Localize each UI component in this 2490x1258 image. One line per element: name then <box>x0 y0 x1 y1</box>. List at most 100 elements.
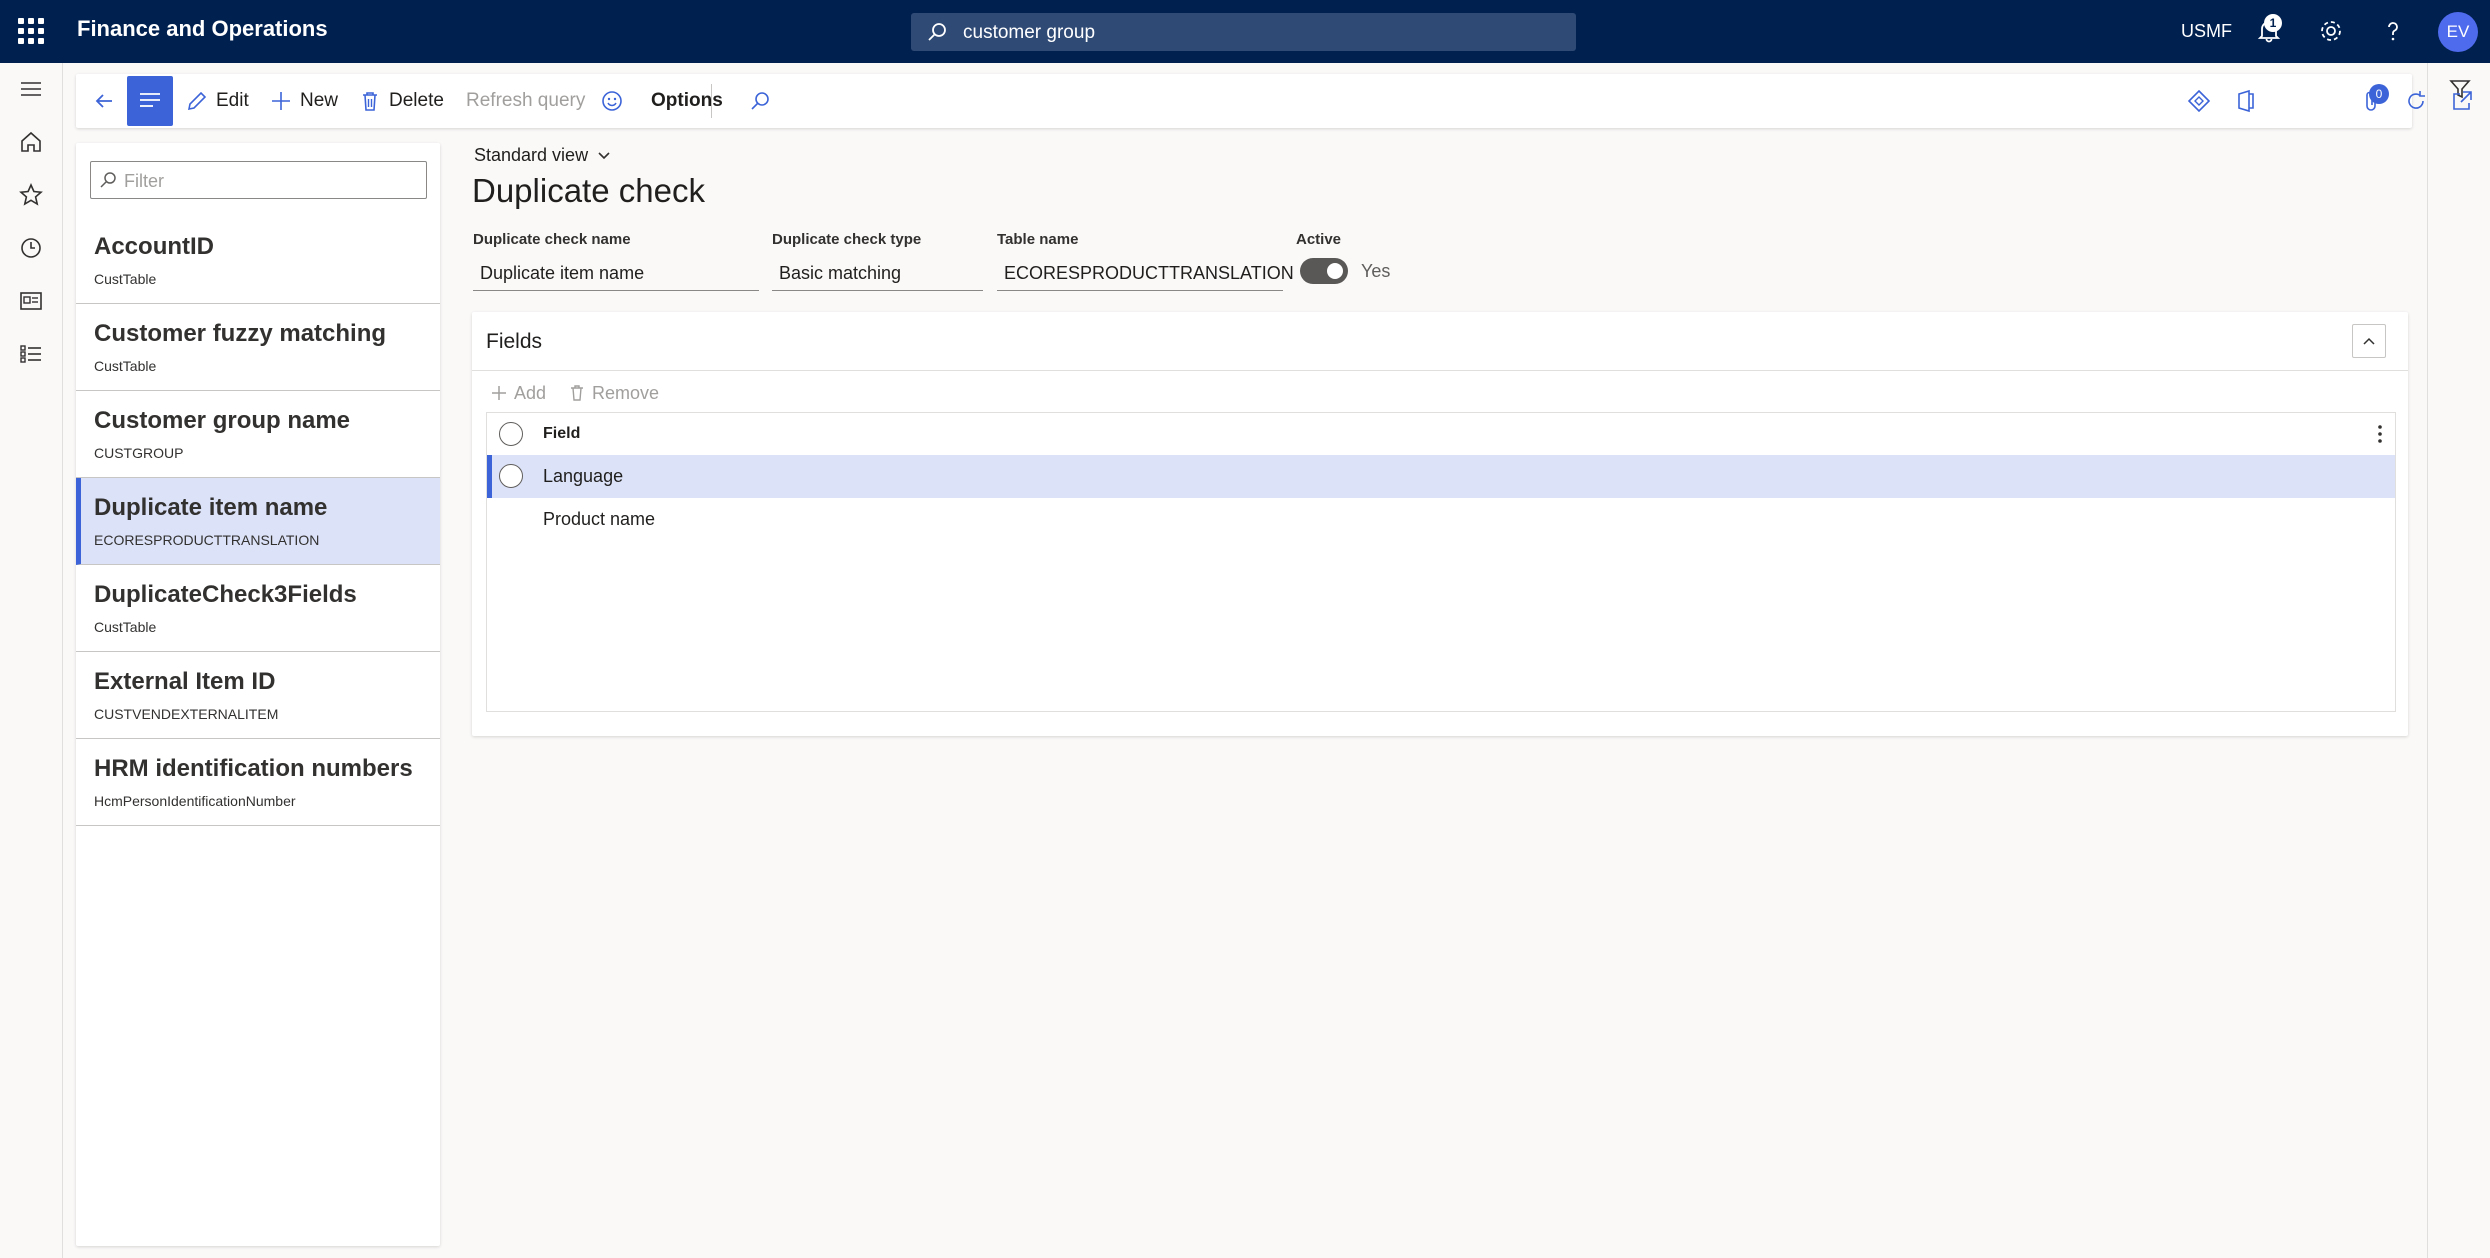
list-item-subtitle: CUSTGROUP <box>94 445 184 461</box>
star-icon[interactable] <box>18 182 44 208</box>
active-toggle-value: Yes <box>1361 261 1391 281</box>
more-options-icon[interactable] <box>2377 423 2383 445</box>
list-item-subtitle: CustTable <box>94 271 157 287</box>
list-item[interactable]: External Item ID CUSTVENDEXTERNALITEM <box>76 652 440 739</box>
plus-icon <box>272 92 290 110</box>
hamburger-icon[interactable] <box>18 76 44 102</box>
trash-icon <box>571 385 583 401</box>
search-icon <box>100 172 116 188</box>
remove-field-button[interactable]: Remove <box>568 378 659 408</box>
collapse-section-button[interactable] <box>2352 324 2386 358</box>
open-new-window-icon[interactable] <box>2449 88 2475 114</box>
filter-input[interactable]: Filter <box>90 161 427 199</box>
list-view-button[interactable] <box>127 76 173 126</box>
view-selector[interactable]: Standard view <box>474 145 612 166</box>
edit-button[interactable]: Edit <box>186 74 249 128</box>
notification-badge: 1 <box>2264 14 2282 32</box>
row-select-radio[interactable] <box>499 464 523 488</box>
duplicate-check-name-field[interactable]: Duplicate item name <box>473 255 759 291</box>
list-item-title: DuplicateCheck3Fields <box>94 581 357 608</box>
list-item-subtitle: HcmPersonIdentificationNumber <box>94 793 296 809</box>
delete-label: Delete <box>389 90 444 111</box>
select-all-radio[interactable] <box>499 422 523 446</box>
refresh-query-button[interactable]: Refresh query <box>466 74 585 128</box>
search-value: customer group <box>963 22 1096 43</box>
edit-label: Edit <box>216 90 249 111</box>
list-item-title: Duplicate item name <box>94 494 328 521</box>
avatar[interactable]: EV <box>2438 12 2478 52</box>
list-item-title: External Item ID <box>94 668 276 695</box>
pencil-icon <box>187 91 207 111</box>
attachments-badge: 0 <box>2369 84 2389 104</box>
new-button[interactable]: New <box>270 74 338 128</box>
field-cell: Language <box>543 466 624 486</box>
column-header-field[interactable]: Field <box>543 425 580 443</box>
active-label: Active <box>1296 231 1342 248</box>
options-label: Options <box>651 90 723 111</box>
home-icon[interactable] <box>18 129 44 155</box>
list-item-selected[interactable]: Duplicate item name ECORESPRODUCTTRANSLAT… <box>76 478 440 565</box>
modules-icon[interactable] <box>18 341 44 367</box>
trash-icon <box>363 92 377 111</box>
search-icon <box>751 92 769 110</box>
grid-header: Field <box>487 413 2395 455</box>
list-item-title: AccountID <box>94 233 214 260</box>
duplicate-check-type-field[interactable]: Basic matching <box>772 255 983 291</box>
global-search-input[interactable]: customer group <box>911 13 1576 51</box>
office-icon[interactable] <box>2233 88 2259 114</box>
chevron-up-icon <box>2363 337 2375 345</box>
plus-icon <box>492 386 506 400</box>
add-field-button[interactable]: Add <box>490 378 546 408</box>
list-item[interactable]: Customer group name CUSTGROUP <box>76 391 440 478</box>
list-item-title: Customer group name <box>94 407 351 434</box>
add-field-label: Add <box>514 382 547 403</box>
fields-grid: Field Language Product name <box>486 412 2396 712</box>
list-item[interactable]: AccountID CustTable <box>76 217 440 304</box>
app-launcher-icon[interactable] <box>18 18 44 44</box>
top-bar: Finance and Operations customer group US… <box>0 0 2490 63</box>
remove-field-label: Remove <box>592 382 660 403</box>
view-selector-label: Standard view <box>474 145 589 165</box>
duplicate-check-type-label: Duplicate check type <box>772 231 922 248</box>
list-item-subtitle: ECORESPRODUCTTRANSLATION <box>94 532 320 548</box>
list-item-title: Customer fuzzy matching <box>94 320 387 347</box>
duplicate-check-name-label: Duplicate check name <box>473 231 631 248</box>
table-name-field[interactable]: ECORESPRODUCTTRANSLATION <box>997 255 1294 291</box>
list-item[interactable]: HRM identification numbers HcmPersonIdent… <box>76 739 440 826</box>
delete-button[interactable]: Delete <box>359 74 444 128</box>
page-title: Duplicate check <box>472 172 705 209</box>
list-item-subtitle: CustTable <box>94 619 157 635</box>
record-list-panel: Filter AccountID CustTable Customer fuzzy… <box>76 143 440 1246</box>
options-tab[interactable]: Options <box>651 74 723 128</box>
workspaces-icon[interactable] <box>18 288 44 314</box>
filter-placeholder: Filter <box>124 171 164 191</box>
table-name-label: Table name <box>997 231 1079 248</box>
help-icon[interactable] <box>2380 18 2406 44</box>
back-arrow-icon <box>95 94 112 108</box>
back-button[interactable] <box>92 74 124 128</box>
fields-section: Fields Add Remove Field Language Product… <box>472 312 2408 736</box>
table-row[interactable]: Product name <box>487 498 2395 541</box>
feedback-button[interactable] <box>600 74 632 128</box>
list-item[interactable]: DuplicateCheck3Fields CustTable <box>76 565 440 652</box>
right-rail <box>2427 63 2490 1258</box>
field-cell: Product name <box>543 509 656 529</box>
active-toggle[interactable] <box>1300 258 1348 284</box>
list-item-subtitle: CustTable <box>94 358 157 374</box>
app-title[interactable]: Finance and Operations <box>77 16 328 42</box>
list-item-subtitle: CUSTVENDEXTERNALITEM <box>94 706 279 722</box>
fields-section-title[interactable]: Fields <box>486 330 542 354</box>
power-apps-icon[interactable] <box>2186 88 2212 114</box>
company-picker[interactable]: USMF <box>2181 21 2232 42</box>
table-row-selected[interactable]: Language <box>487 455 2395 498</box>
navigation-rail <box>0 63 63 1258</box>
smiley-icon <box>602 91 622 111</box>
refresh-query-label: Refresh query <box>466 90 586 111</box>
list-item[interactable]: Customer fuzzy matching CustTable <box>76 304 440 391</box>
section-divider <box>472 370 2408 371</box>
action-search-button[interactable] <box>749 74 779 128</box>
refresh-icon[interactable] <box>2403 88 2429 114</box>
gear-icon[interactable] <box>2318 18 2344 44</box>
list-lines-icon <box>140 93 160 107</box>
clock-icon[interactable] <box>18 235 44 261</box>
